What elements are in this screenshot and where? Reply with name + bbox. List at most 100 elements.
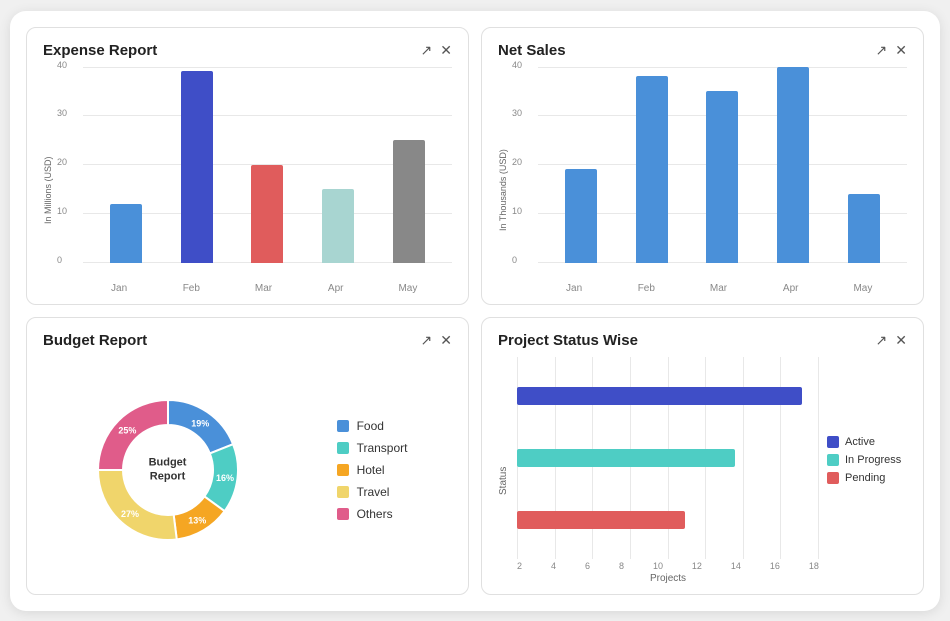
bar-item [617,67,688,263]
project-status-card: Project Status Wise ↗ ✕ Status 2 4 6 8 10 12 14… [481,317,924,595]
bar [251,165,283,263]
h-x-tick-label: 12 [692,561,702,571]
budget-report-actions: ↗ ✕ [421,332,452,349]
net-sales-close-icon[interactable]: ✕ [895,42,907,59]
project-legend-label: Active [845,436,875,448]
dashboard: Expense Report ↗ ✕ In Millions (USD)4030… [10,11,940,611]
h-bar [517,387,802,405]
expense-report-actions: ↗ ✕ [421,42,452,59]
x-label: Feb [610,283,682,294]
project-legend-dot [827,436,839,448]
project-legend-dot [827,472,839,484]
h-x-tick-label: 16 [770,561,780,571]
bar [110,204,142,263]
h-x-tick-label: 4 [551,561,556,571]
svg-text:25%: 25% [118,425,136,435]
h-x-tick-label: 8 [619,561,624,571]
project-status-title: Project Status Wise [498,332,638,349]
h-bar [517,511,685,529]
h-y-axis-label: Status [498,357,509,584]
h-x-axis-title: Projects [517,573,819,584]
h-x-tick-label: 10 [653,561,663,571]
net-sales-header: Net Sales ↗ ✕ [498,42,907,59]
bar [181,71,213,262]
legend-item: Hotel [337,463,408,477]
project-status-header: Project Status Wise ↗ ✕ [498,332,907,349]
h-x-tick-label: 6 [585,561,590,571]
legend-color-dot [337,486,349,498]
budget-report-expand-icon[interactable]: ↗ [421,332,433,349]
bar [393,140,425,263]
net-sales-card: Net Sales ↗ ✕ In Thousands (USD)40302010… [481,27,924,305]
bar-item [373,67,444,263]
svg-text:19%: 19% [191,418,209,428]
x-label: May [827,283,899,294]
legend-item: Food [337,419,408,433]
x-label: May [372,283,444,294]
legend-color-dot [337,420,349,432]
x-label: Feb [155,283,227,294]
net-sales-title: Net Sales [498,42,566,59]
bar [706,91,738,263]
expense-report-expand-icon[interactable]: ↗ [421,42,433,59]
budget-report-card: Budget Report ↗ ✕ 19% 16% 13% 27% 25% Budget… [26,317,469,595]
x-label: Mar [227,283,299,294]
legend-label: Hotel [357,463,385,477]
h-bar-row [517,509,819,531]
svg-text:13%: 13% [188,515,206,525]
net-sales-actions: ↗ ✕ [876,42,907,59]
bar-item [758,67,829,263]
h-x-tick-label: 14 [731,561,741,571]
bar [848,194,880,263]
h-bar-row [517,385,819,407]
bar [565,169,597,262]
x-label: Apr [755,283,827,294]
legend-label: Travel [357,485,390,499]
x-label: Jan [538,283,610,294]
budget-report-header: Budget Report ↗ ✕ [43,332,452,349]
legend-color-dot [337,442,349,454]
bar [636,76,668,262]
project-legend-item: Active [827,436,907,448]
expense-report-card: Expense Report ↗ ✕ In Millions (USD)4030… [26,27,469,305]
budget-report-close-icon[interactable]: ✕ [440,332,452,349]
h-x-tick-label: 2 [517,561,522,571]
expense-report-title: Expense Report [43,42,157,59]
project-status-close-icon[interactable]: ✕ [895,332,907,349]
donut-center-label: BudgetReport [149,456,187,485]
project-legend-label: Pending [845,472,885,484]
project-status-actions: ↗ ✕ [876,332,907,349]
expense-report-close-icon[interactable]: ✕ [440,42,452,59]
legend-label: Food [357,419,384,433]
project-legend-item: Pending [827,472,907,484]
project-legend-item: In Progress [827,454,907,466]
y-axis-label: In Thousands (USD) [498,67,508,294]
project-status-chart: Status 2 4 6 8 10 12 14 16 18 Projects Active In Pro… [498,357,907,584]
x-label: Mar [682,283,754,294]
x-label: Apr [300,283,372,294]
bar-item [91,67,162,263]
net-sales-expand-icon[interactable]: ↗ [876,42,888,59]
bar-item [303,67,374,263]
h-bar [517,449,735,467]
expense-report-header: Expense Report ↗ ✕ [43,42,452,59]
svg-text:27%: 27% [120,509,138,519]
legend-color-dot [337,508,349,520]
bar-item [232,67,303,263]
y-axis-label: In Millions (USD) [43,67,53,294]
project-legend-label: In Progress [845,454,901,466]
bar-item [546,67,617,263]
svg-text:16%: 16% [216,473,234,483]
x-label: Jan [83,283,155,294]
legend-label: Transport [357,441,408,455]
donut-chart: 19% 16% 13% 27% 25% BudgetReport [88,390,248,550]
bar [322,189,354,263]
budget-chart-area: 19% 16% 13% 27% 25% BudgetReport Food Transpo… [43,357,452,584]
legend-item: Others [337,507,408,521]
bar-item [828,67,899,263]
project-status-expand-icon[interactable]: ↗ [876,332,888,349]
h-x-tick-label: 18 [809,561,819,571]
legend-item: Travel [337,485,408,499]
legend-color-dot [337,464,349,476]
legend-label: Others [357,507,393,521]
